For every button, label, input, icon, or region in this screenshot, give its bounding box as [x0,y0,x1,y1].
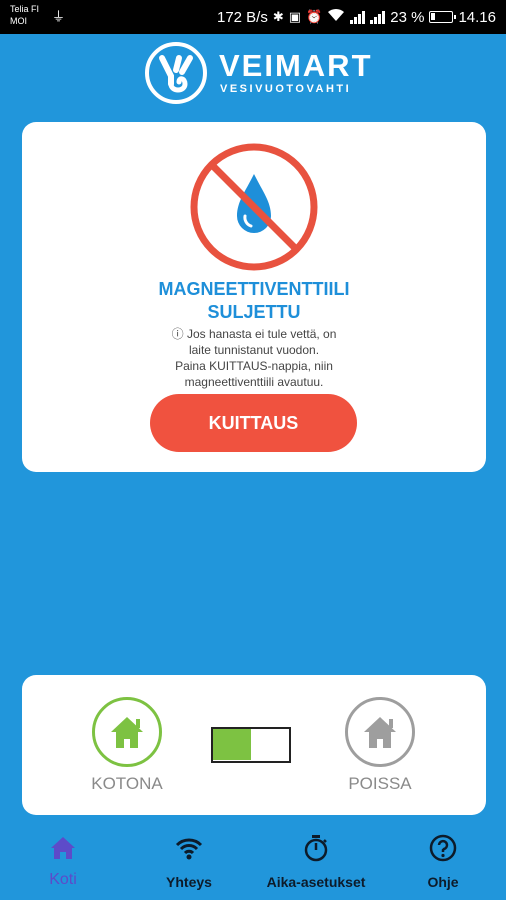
valve-title-line1: MAGNEETTIVENTTIILI [158,279,350,299]
bluetooth-icon: ✱ [272,9,284,24]
nav-label-ohje: Ohje [427,874,459,890]
away-mode-button[interactable] [345,697,415,767]
network-speed: 172 B/s [216,8,268,26]
signal-icon [350,10,366,24]
brand-name: VEIMART [219,48,373,83]
status-bar: Telia FI MOI ⏚ 172 B/s ✱ ▣ ⏰ 23 % 14.16 [0,0,506,34]
carrier-line2: MOI [10,16,27,26]
usb-icon: ⏚ [52,9,66,24]
nav-item-yhteys[interactable]: Yhteys [126,822,252,900]
message-line1: Jos hanasta ei tule vettä, on [186,327,337,341]
logo-emblem-icon [145,42,207,104]
app-logo: VEIMART VESIVUOTOVAHTI [145,42,371,104]
nfc-icon: ▣ [288,9,302,24]
carrier-name: Telia FI MOI [10,3,39,27]
home-away-toggle[interactable] [211,727,291,763]
house-icon-away [364,717,396,748]
message-line3: Paina KUITTAUS-nappia, niin [175,359,333,373]
clock: 14.16 [458,8,496,26]
nav-item-aika-asetukset[interactable]: Aika-asetukset [252,822,380,900]
water-blocked-icon [187,140,321,274]
valve-status-card: MAGNEETTIVENTTIILI SULJETTU ⓘ Jos hanast… [22,122,486,472]
wifi-icon [175,838,203,860]
home-mode-label: KOTONA [91,774,163,793]
alarm-icon: ⏰ [306,9,323,24]
valve-title-line2: SULJETTU [207,302,301,322]
help-icon [429,834,457,862]
message-line2: laite tunnistanut vuodon. [188,343,320,357]
brand-subtitle: VESIVUOTOVAHTI [220,83,352,95]
home-mode-button[interactable] [92,697,162,767]
nav-label-koti: Koti [49,871,77,888]
valve-status-title: MAGNEETTIVENTTIILI SULJETTU [22,278,486,324]
nav-label-yhteys: Yhteys [166,874,212,890]
bottom-nav: Koti Yhteys Aika-asetukset Ohje [0,822,506,900]
info-icon: ⓘ [171,327,184,341]
nav-label-aika-asetukset: Aika-asetukset [266,874,366,890]
message-line4: magneettiventtiili avautuu. [184,375,324,389]
mode-card: KOTONA POISSA [22,675,486,815]
house-icon [111,717,143,748]
acknowledge-button[interactable]: KUITTAUS [150,394,357,452]
carrier-line1: Telia FI [10,4,40,14]
toggle-knob [213,729,251,760]
home-icon [51,837,75,859]
battery-percent: 23 % [390,8,425,26]
valve-message: ⓘ Jos hanasta ei tule vettä, on laite tu… [22,326,486,390]
status-right: 172 B/s ✱ ▣ ⏰ 23 % 14.16 [217,8,496,26]
signal-icon-2 [370,10,386,24]
battery-icon [429,11,457,23]
away-mode-label: POISSA [348,774,412,793]
nav-item-koti[interactable]: Koti [0,822,126,900]
nav-item-ohje[interactable]: Ohje [380,822,506,900]
wifi-icon [327,8,345,26]
stopwatch-icon [304,835,328,862]
